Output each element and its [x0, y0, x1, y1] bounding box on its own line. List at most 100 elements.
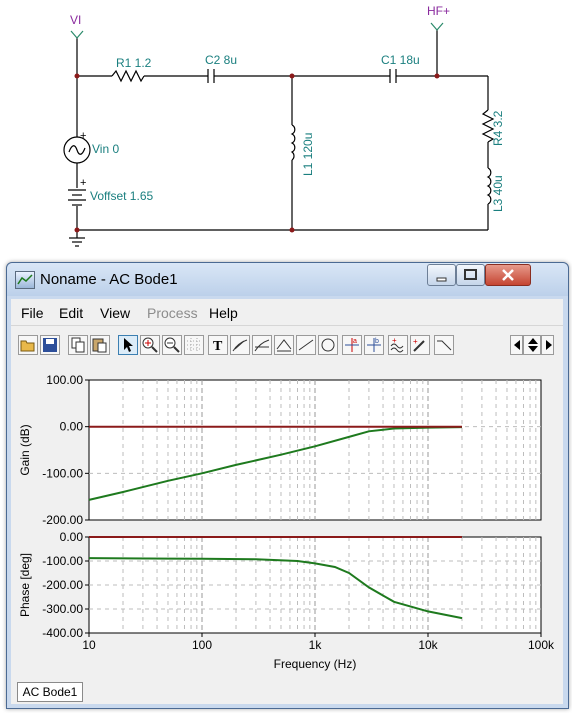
y-axis-label: Gain (dB)	[18, 424, 32, 475]
svg-text:a: a	[353, 338, 357, 345]
tab-ac-bode1[interactable]: AC Bode1	[17, 682, 83, 702]
label-c1: C1 18u	[381, 53, 420, 67]
probe-icon: +	[413, 337, 425, 352]
svg-text:+: +	[392, 337, 397, 345]
save-icon	[43, 338, 57, 352]
window-title: Noname - AC Bode1	[40, 271, 178, 288]
paste-button[interactable]	[90, 335, 110, 355]
title-bar[interactable]: Noname - AC Bode1	[7, 263, 568, 296]
circuit-schematic: + + VI HF+ R1 1.2 C2 8u C1 18u Vin 0 Vof…	[63, 4, 505, 247]
close-button[interactable]	[485, 264, 531, 286]
nav-left-icon	[514, 340, 520, 350]
tab-bar: AC Bode1	[11, 680, 563, 704]
tangent-icon	[232, 339, 248, 352]
x-tick-label: 100k	[528, 638, 555, 652]
x-tick-label: 10	[82, 638, 96, 652]
menu-view[interactable]: View	[100, 305, 130, 321]
maximize-icon	[464, 269, 477, 280]
label-l1: L1 120u	[301, 133, 315, 176]
y-tick-label: -100.00	[42, 554, 83, 568]
wave-add-icon: +	[390, 337, 404, 353]
toolbar: T a b + +	[11, 325, 563, 366]
label-vin: Vin 0	[92, 142, 119, 156]
y-tick-label: 0.00	[60, 420, 84, 434]
menu-bar: File Edit View Process Help	[11, 299, 563, 325]
menu-help[interactable]: Help	[209, 305, 238, 321]
step-icon	[437, 340, 452, 351]
cursor-b-icon: b	[367, 338, 381, 352]
minimize-icon	[436, 277, 447, 282]
x-tick-label: 100	[192, 638, 212, 652]
menu-edit[interactable]: Edit	[59, 305, 83, 321]
svg-text:+: +	[80, 130, 86, 142]
line-button[interactable]	[296, 335, 316, 355]
circle-button[interactable]	[318, 335, 338, 355]
zoom-in-button[interactable]	[140, 335, 160, 355]
x-axis-label: Frequency (Hz)	[274, 657, 357, 671]
nav-right-button[interactable]	[541, 335, 554, 355]
label-voffset: Voffset 1.65	[90, 189, 153, 203]
svg-text:T: T	[213, 339, 223, 353]
bode-window: Noname - AC Bode1 File Edit View Process…	[6, 262, 569, 709]
grid-icon	[187, 338, 201, 352]
svg-text:+: +	[413, 337, 418, 346]
y-tick-label: -200.00	[42, 513, 83, 527]
nav-left-button[interactable]	[510, 335, 523, 355]
zoom-100-icon	[164, 337, 180, 353]
label-r4: R4 3.2	[491, 110, 505, 146]
circle-icon	[321, 338, 335, 352]
label-r1: R1 1.2	[116, 56, 152, 70]
cursor-a-button[interactable]: a	[342, 335, 362, 355]
save-button[interactable]	[40, 335, 60, 355]
x-tick-label: 1k	[309, 638, 323, 652]
bode-plot-area: 100.00 0.00 -100.00 -200.00 Gain (dB) 0.00 -10…	[11, 365, 563, 680]
open-button[interactable]	[18, 335, 38, 355]
ruler-icon	[276, 339, 292, 352]
close-icon	[502, 269, 514, 281]
y-tick-label: -400.00	[42, 626, 83, 640]
label-l3: L3 40u	[491, 175, 505, 212]
menu-file[interactable]: File	[21, 305, 44, 321]
zoom-100-button[interactable]	[162, 335, 182, 355]
y-tick-label: -100.00	[42, 466, 83, 480]
label-c2: C2 8u	[205, 53, 237, 67]
probe-button[interactable]: +	[410, 335, 430, 355]
paste-icon	[92, 338, 107, 353]
tangent-2-button[interactable]	[252, 335, 272, 355]
bode-chart: 100.00 0.00 -100.00 -200.00 Gain (dB) 0.00 -10…	[18, 373, 555, 671]
tangent-2-icon	[254, 339, 270, 352]
y-tick-label: -200.00	[42, 578, 83, 592]
net-label-hf: HF+	[427, 4, 450, 18]
zoom-in-icon	[142, 337, 158, 353]
minimize-button[interactable]	[427, 264, 456, 286]
step-button[interactable]	[434, 335, 454, 355]
x-tick-label: 10k	[418, 638, 438, 652]
text-icon: T	[213, 339, 223, 353]
copy-button[interactable]	[68, 335, 88, 355]
y-tick-label: -300.00	[42, 602, 83, 616]
svg-text:+: +	[80, 177, 86, 189]
nav-right-icon	[546, 340, 552, 350]
open-icon	[20, 340, 35, 352]
y-tick-label: 0.00	[60, 530, 84, 544]
pointer-button[interactable]	[118, 335, 138, 355]
svg-text:b: b	[375, 338, 379, 345]
cursor-a-icon: a	[345, 338, 359, 352]
app-icon	[15, 271, 35, 289]
cursor-b-button[interactable]: b	[364, 335, 384, 355]
tangent-button[interactable]	[230, 335, 250, 355]
menu-process[interactable]: Process	[147, 305, 198, 321]
grid-button[interactable]	[184, 335, 204, 355]
y-tick-label: 100.00	[46, 373, 83, 387]
text-button[interactable]: T	[208, 335, 228, 355]
wave-add-button[interactable]: +	[388, 335, 408, 355]
ruler-button[interactable]	[274, 335, 294, 355]
net-label-vi: VI	[70, 13, 81, 27]
nav-updown-icon	[528, 338, 538, 352]
line-icon	[298, 339, 314, 351]
pointer-icon	[124, 338, 133, 352]
maximize-button[interactable]	[456, 264, 485, 286]
nav-updown-button[interactable]	[523, 335, 541, 355]
copy-icon	[71, 337, 85, 353]
y-axis-label: Phase [deg]	[18, 553, 32, 617]
